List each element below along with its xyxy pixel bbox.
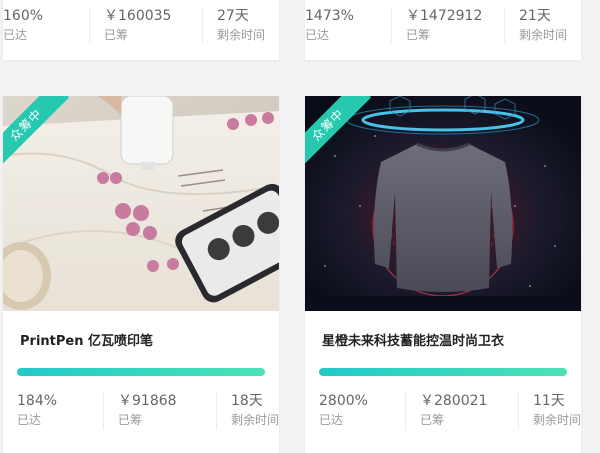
card-stats: 160% 已达 ￥160035 已筹 27天 剩余时间 bbox=[3, 7, 279, 43]
progress-bar bbox=[319, 368, 567, 376]
days-label: 剩余时间 bbox=[519, 28, 568, 42]
progress-bar bbox=[17, 368, 265, 376]
hoodie-photo bbox=[305, 96, 581, 311]
days-value: 18天 bbox=[230, 393, 263, 409]
project-card-top-1[interactable]: 160% 已达 ￥160035 已筹 27天 剩余时间 bbox=[3, 0, 279, 60]
amount-value: ￥280021 bbox=[420, 393, 488, 409]
stat-days: 18天 剩余时间 bbox=[215, 392, 279, 430]
percent-label: 已达 bbox=[3, 28, 28, 42]
days-label: 剩余时间 bbox=[217, 28, 266, 42]
percent-value: 160% bbox=[3, 8, 44, 24]
stat-days: 27天 剩余时间 bbox=[202, 7, 279, 43]
stat-amount: ￥91868 已筹 bbox=[103, 392, 216, 430]
card-stats: 2800% 已达 ￥280021 已筹 11天 剩余时间 bbox=[305, 392, 581, 430]
stat-amount: ￥160035 已筹 bbox=[89, 7, 202, 43]
stat-percent: 2800% 已达 bbox=[305, 392, 405, 430]
days-label: 剩余时间 bbox=[230, 413, 279, 427]
stat-amount: ￥1472912 已筹 bbox=[391, 7, 504, 43]
amount-label: 已筹 bbox=[104, 28, 129, 42]
stat-percent: 160% 已达 bbox=[3, 7, 89, 43]
product-image[interactable]: 众筹中 bbox=[305, 96, 581, 311]
project-title[interactable]: PrintPen 亿瓦喷印笔 bbox=[20, 330, 153, 349]
product-image[interactable]: 众筹中 bbox=[3, 96, 279, 311]
stat-amount: ￥280021 已筹 bbox=[405, 392, 518, 430]
stat-percent: 184% 已达 bbox=[3, 392, 103, 430]
project-title[interactable]: 星橙未来科技蓄能控温时尚卫衣 bbox=[322, 330, 504, 349]
percent-label: 已达 bbox=[305, 28, 330, 42]
percent-label: 已达 bbox=[319, 413, 344, 427]
amount-value: ￥160035 bbox=[104, 8, 172, 24]
amount-value: ￥1472912 bbox=[406, 8, 483, 24]
percent-value: 2800% bbox=[319, 393, 368, 409]
project-card-printpen[interactable]: 众筹中 PrintPen 亿瓦喷印笔 184% 已达 ￥91868 已筹 18天… bbox=[3, 96, 279, 453]
card-stats: 1473% 已达 ￥1472912 已筹 21天 剩余时间 bbox=[305, 7, 581, 43]
days-label: 剩余时间 bbox=[532, 413, 581, 427]
card-stats: 184% 已达 ￥91868 已筹 18天 剩余时间 bbox=[3, 392, 279, 430]
percent-label: 已达 bbox=[17, 413, 42, 427]
days-value: 27天 bbox=[217, 8, 249, 24]
amount-label: 已筹 bbox=[118, 413, 143, 427]
stat-days: 21天 剩余时间 bbox=[504, 7, 581, 43]
project-card-hoodie[interactable]: 众筹中 星橙未来科技蓄能控温时尚卫衣 2800% 已达 ￥280021 已筹 1… bbox=[305, 96, 581, 453]
amount-label: 已筹 bbox=[406, 28, 431, 42]
days-value: 11天 bbox=[532, 393, 565, 409]
days-value: 21天 bbox=[519, 8, 551, 24]
percent-value: 184% bbox=[17, 393, 58, 409]
printpen-photo bbox=[3, 96, 279, 311]
percent-value: 1473% bbox=[305, 8, 354, 24]
amount-label: 已筹 bbox=[420, 413, 445, 427]
project-card-top-2[interactable]: 1473% 已达 ￥1472912 已筹 21天 剩余时间 bbox=[305, 0, 581, 60]
stat-percent: 1473% 已达 bbox=[305, 7, 391, 43]
stat-days: 11天 剩余时间 bbox=[517, 392, 581, 430]
amount-value: ￥91868 bbox=[118, 393, 177, 409]
